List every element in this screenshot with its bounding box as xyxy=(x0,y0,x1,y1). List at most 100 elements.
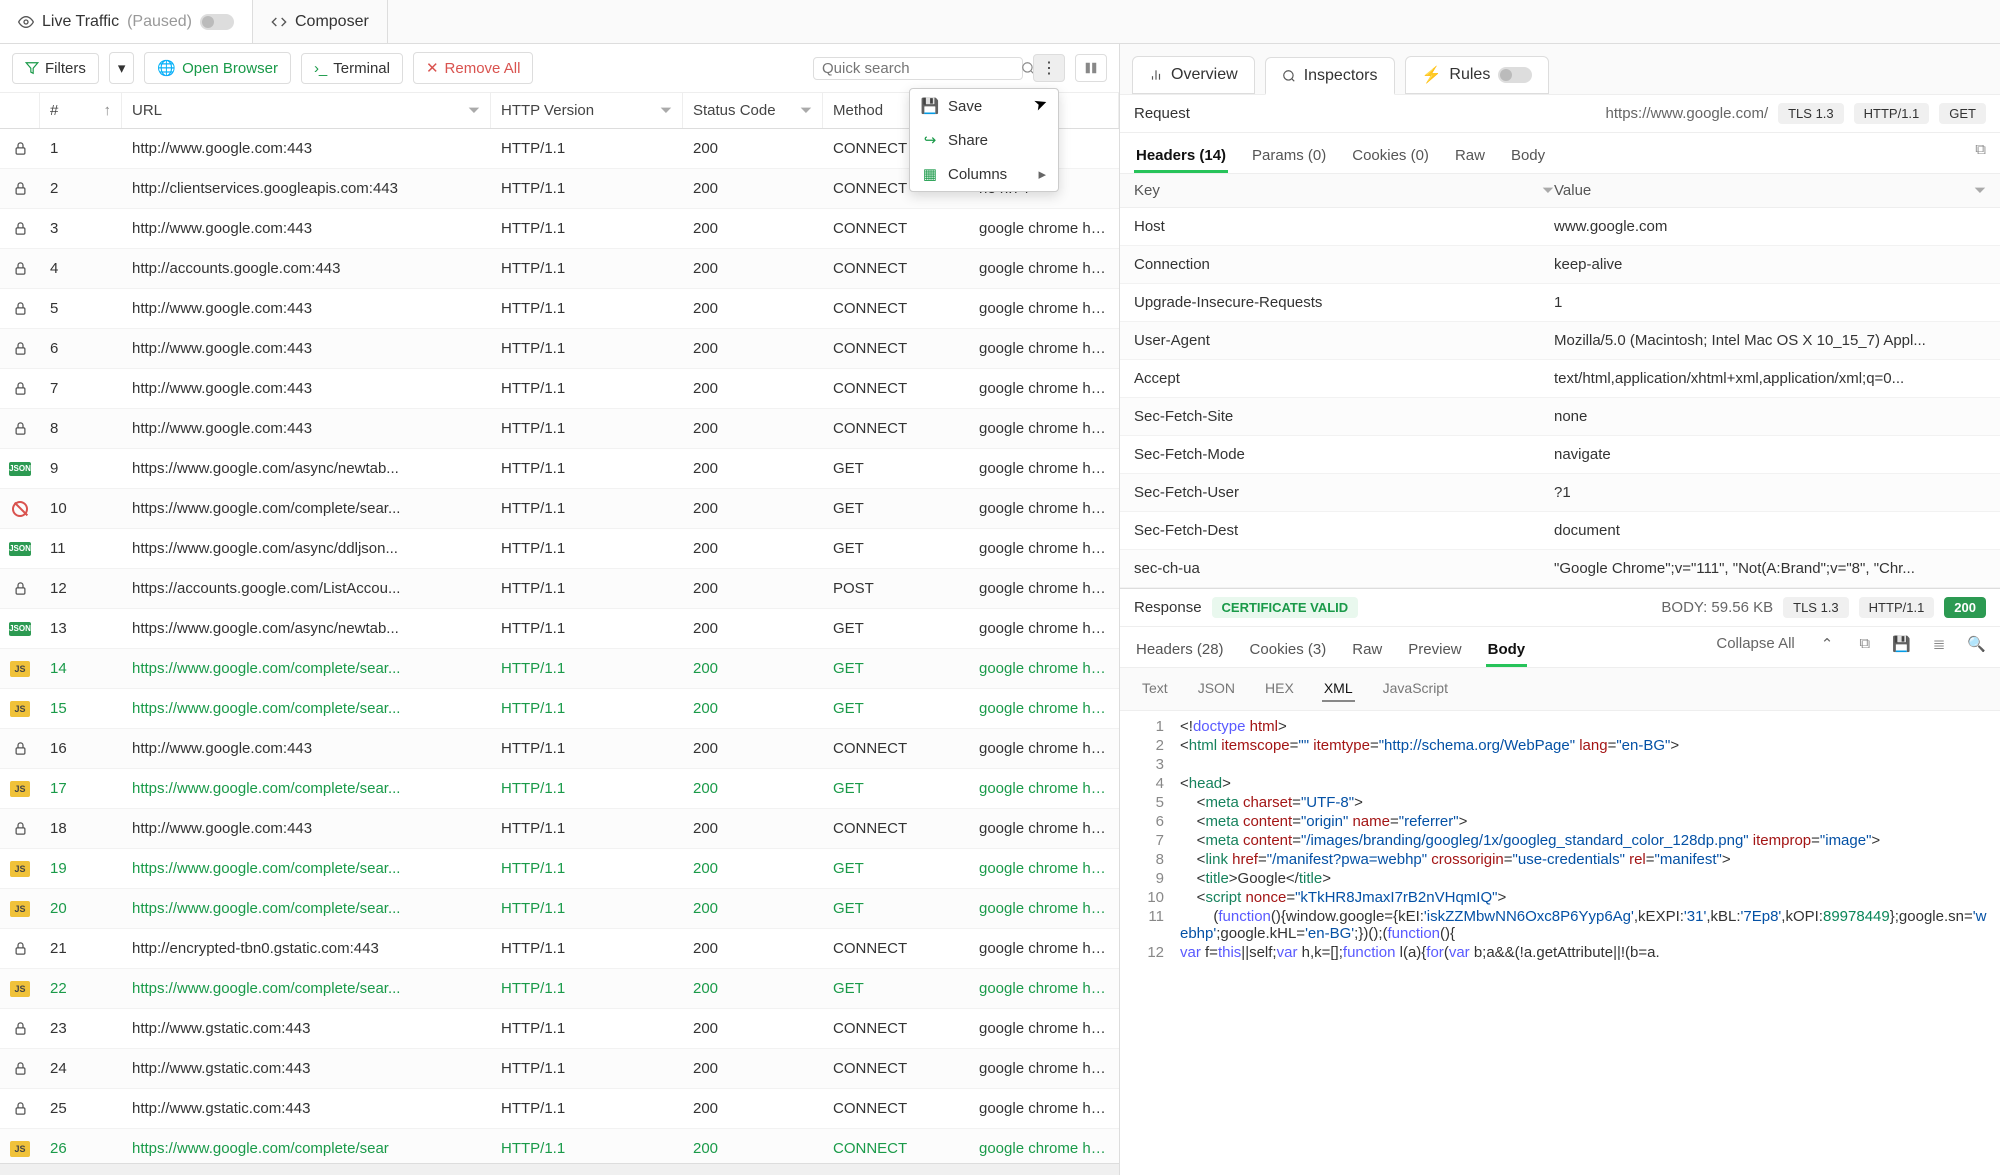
dropdown-columns[interactable]: ▦ Columns ▸ xyxy=(910,157,1058,191)
fmt-javascript[interactable]: JavaScript xyxy=(1381,676,1450,702)
quick-search[interactable] xyxy=(813,57,1023,80)
code-line: 11 (function(){window.google={kEI:'iskZZ… xyxy=(1120,907,2000,943)
session-row[interactable]: JSON13https://www.google.com/async/newta… xyxy=(0,609,1119,649)
copy-body-icon[interactable]: ⧉ xyxy=(1859,635,1870,667)
row-process: google chrome h:74 xyxy=(969,900,1119,917)
row-number: 2 xyxy=(40,180,122,197)
fmt-hex[interactable]: HEX xyxy=(1263,676,1296,702)
remove-all-button[interactable]: ✕ Remove All xyxy=(413,52,533,84)
row-status: 200 xyxy=(683,940,823,957)
filter-icon[interactable]: ⏷ xyxy=(800,102,812,119)
col-http-version[interactable]: HTTP Version⏷ xyxy=(491,93,683,128)
header-row[interactable]: Upgrade-Insecure-Requests1 xyxy=(1120,284,2000,322)
fmt-xml[interactable]: XML xyxy=(1322,676,1355,702)
save-body-icon[interactable]: 💾 xyxy=(1892,635,1911,667)
session-row[interactable]: 10https://www.google.com/complete/sear..… xyxy=(0,489,1119,529)
rules-toggle[interactable] xyxy=(1498,67,1532,83)
collapse-all-button[interactable]: Collapse All xyxy=(1716,635,1794,667)
tab-live-traffic-label: Live Traffic xyxy=(42,13,119,31)
session-row[interactable]: JS14https://www.google.com/complete/sear… xyxy=(0,649,1119,689)
open-browser-button[interactable]: 🌐 Open Browser xyxy=(144,52,291,84)
session-row[interactable]: JS26https://www.google.com/complete/sear… xyxy=(0,1129,1119,1163)
header-row[interactable]: sec-ch-ua"Google Chrome";v="111", "Not(A… xyxy=(1120,550,2000,588)
filters-button[interactable]: Filters xyxy=(12,53,99,84)
resp-tab-body[interactable]: Body xyxy=(1486,635,1528,667)
response-body-code[interactable]: 1<!doctype html>2<html itemscope="" item… xyxy=(1120,711,2000,1175)
search-input[interactable] xyxy=(822,60,1021,77)
resp-tab-headers[interactable]: Headers (28) xyxy=(1134,635,1226,667)
row-url: http://encrypted-tbn0.gstatic.com:443 xyxy=(122,940,491,957)
header-row[interactable]: Sec-Fetch-Modenavigate xyxy=(1120,436,2000,474)
req-tab-params[interactable]: Params (0) xyxy=(1250,141,1328,173)
copy-icon[interactable]: ⧉ xyxy=(1975,141,1986,173)
header-row[interactable]: Sec-Fetch-User?1 xyxy=(1120,474,2000,512)
session-row[interactable]: 3http://www.google.com:443HTTP/1.1200CON… xyxy=(0,209,1119,249)
session-row[interactable]: 8http://www.google.com:443HTTP/1.1200CON… xyxy=(0,409,1119,449)
live-toggle[interactable] xyxy=(200,14,234,30)
session-row[interactable]: 21http://encrypted-tbn0.gstatic.com:443H… xyxy=(0,929,1119,969)
terminal-button[interactable]: ›_ Terminal xyxy=(301,53,403,84)
header-row[interactable]: Hostwww.google.com xyxy=(1120,208,2000,246)
resp-tab-preview[interactable]: Preview xyxy=(1406,635,1463,667)
header-row[interactable]: Sec-Fetch-Destdocument xyxy=(1120,512,2000,550)
header-value: text/html,application/xhtml+xml,applicat… xyxy=(1554,370,1986,387)
wrap-icon[interactable]: ≣ xyxy=(1933,635,1946,667)
sessions-grid[interactable]: 1http://www.google.com:443HTTP/1.1200CON… xyxy=(0,129,1119,1163)
req-tab-cookies[interactable]: Cookies (0) xyxy=(1350,141,1431,173)
tab-inspectors[interactable]: Inspectors xyxy=(1265,57,1395,95)
req-tab-headers[interactable]: Headers (14) xyxy=(1134,141,1228,173)
row-method: GET xyxy=(823,900,969,917)
col-status[interactable]: Status Code⏷ xyxy=(683,93,823,128)
filter-icon[interactable]: ⏷ xyxy=(1974,182,1986,199)
header-row[interactable]: Sec-Fetch-Sitenone xyxy=(1120,398,2000,436)
session-row[interactable]: 5http://www.google.com:443HTTP/1.1200CON… xyxy=(0,289,1119,329)
dropdown-share[interactable]: ↪ Share xyxy=(910,123,1058,157)
session-row[interactable]: JS20https://www.google.com/complete/sear… xyxy=(0,889,1119,929)
header-key: Upgrade-Insecure-Requests xyxy=(1134,294,1554,311)
req-tab-body[interactable]: Body xyxy=(1509,141,1547,173)
fmt-text[interactable]: Text xyxy=(1140,676,1170,702)
tab-composer[interactable]: Composer xyxy=(253,0,388,43)
row-version: HTTP/1.1 xyxy=(491,500,683,517)
session-row[interactable]: JSON11https://www.google.com/async/ddljs… xyxy=(0,529,1119,569)
session-row[interactable]: JSON9https://www.google.com/async/newtab… xyxy=(0,449,1119,489)
session-row[interactable]: 23http://www.gstatic.com:443HTTP/1.1200C… xyxy=(0,1009,1119,1049)
col-url[interactable]: URL⏷ xyxy=(122,93,491,128)
session-row[interactable]: 16http://www.google.com:443HTTP/1.1200CO… xyxy=(0,729,1119,769)
search-body-icon[interactable]: 🔍 xyxy=(1967,635,1986,667)
resp-tab-cookies[interactable]: Cookies (3) xyxy=(1248,635,1329,667)
tab-live-traffic[interactable]: Live Traffic (Paused) xyxy=(0,0,253,43)
more-menu-button[interactable]: ⋮ xyxy=(1033,54,1065,82)
session-row[interactable]: JS22https://www.google.com/complete/sear… xyxy=(0,969,1119,1009)
filters-dropdown[interactable]: ▾ xyxy=(109,52,135,84)
filter-icon[interactable]: ⏷ xyxy=(660,102,672,119)
session-row[interactable]: 25http://www.gstatic.com:443HTTP/1.1200C… xyxy=(0,1089,1119,1129)
header-row[interactable]: User-AgentMozilla/5.0 (Macintosh; Intel … xyxy=(1120,322,2000,360)
session-row[interactable]: 7http://www.google.com:443HTTP/1.1200CON… xyxy=(0,369,1119,409)
fmt-json[interactable]: JSON xyxy=(1196,676,1237,702)
session-row[interactable]: JS17https://www.google.com/complete/sear… xyxy=(0,769,1119,809)
session-row[interactable]: 24http://www.gstatic.com:443HTTP/1.1200C… xyxy=(0,1049,1119,1089)
req-tab-raw[interactable]: Raw xyxy=(1453,141,1487,173)
session-row[interactable]: JS15https://www.google.com/complete/sear… xyxy=(0,689,1119,729)
session-row[interactable]: JS19https://www.google.com/complete/sear… xyxy=(0,849,1119,889)
tab-rules[interactable]: ⚡ Rules xyxy=(1405,56,1550,94)
session-row[interactable]: 6http://www.google.com:443HTTP/1.1200CON… xyxy=(0,329,1119,369)
header-row[interactable]: Accepttext/html,application/xhtml+xml,ap… xyxy=(1120,360,2000,398)
row-number: 1 xyxy=(40,140,122,157)
row-number: 23 xyxy=(40,1020,122,1037)
chevron-up-icon[interactable]: ⌃ xyxy=(1817,635,1838,667)
resp-tab-raw[interactable]: Raw xyxy=(1350,635,1384,667)
row-number: 21 xyxy=(40,940,122,957)
filter-icon[interactable]: ⏷ xyxy=(468,102,480,119)
row-status: 200 xyxy=(683,220,823,237)
session-row[interactable]: 12https://accounts.google.com/ListAccou.… xyxy=(0,569,1119,609)
horizontal-scrollbar[interactable] xyxy=(0,1163,1119,1175)
filter-icon[interactable]: ⏷ xyxy=(1542,182,1554,199)
session-row[interactable]: 4http://accounts.google.com:443HTTP/1.12… xyxy=(0,249,1119,289)
toggle-layout-button[interactable] xyxy=(1075,54,1107,82)
tab-overview[interactable]: Overview xyxy=(1132,56,1255,94)
col-number[interactable]: #↑ xyxy=(40,93,122,128)
session-row[interactable]: 18http://www.google.com:443HTTP/1.1200CO… xyxy=(0,809,1119,849)
header-row[interactable]: Connectionkeep-alive xyxy=(1120,246,2000,284)
